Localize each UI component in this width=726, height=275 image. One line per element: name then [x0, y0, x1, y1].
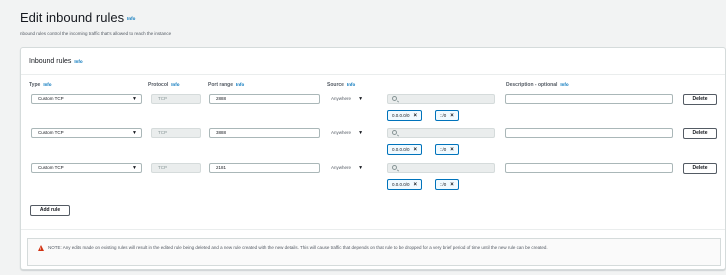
close-icon[interactable]: × [450, 113, 454, 119]
page-title-text: Edit inbound rules [20, 10, 125, 25]
cidr-token-label: 0.0.0.0/0 [392, 147, 410, 152]
port-range-input[interactable]: 2888 [209, 94, 320, 104]
type-select[interactable]: Custom TCP ▼ [31, 94, 142, 104]
note-divider [21, 229, 725, 230]
search-icon [392, 96, 397, 101]
source-select[interactable]: Anywhere ▼ [331, 163, 363, 173]
inbound-rules-panel: Inbound rules Info Type Info Protocol Info … [20, 47, 726, 270]
cidr-token-label: 0.0.0.0/0 [392, 182, 410, 187]
add-rule-button[interactable]: Add rule [30, 205, 70, 216]
warning-note-text: NOTE: Any edits made on existing rules w… [48, 245, 548, 250]
source-select[interactable]: Anywhere ▼ [331, 94, 363, 104]
cidr-token: ::/0 × [435, 144, 459, 155]
cidr-token: 0.0.0.0/0 × [387, 179, 423, 190]
port-range-input[interactable]: 3888 [209, 128, 320, 138]
type-select-value: Custom TCP [38, 96, 64, 101]
cidr-token-label: ::/0 [440, 182, 447, 187]
column-header-source: Source Info [327, 82, 355, 88]
cidr-search-input[interactable] [387, 94, 495, 104]
panel-title-text: Inbound rules [29, 58, 72, 65]
caret-down-icon: ▼ [358, 96, 364, 102]
protocol-info-link[interactable]: Info [171, 82, 179, 87]
delete-rule-button[interactable]: Delete [683, 163, 717, 174]
protocol-field: TCP [151, 128, 201, 138]
cidr-search-input[interactable] [387, 128, 495, 138]
source-select-value: Anywhere [331, 130, 352, 135]
column-header-description-text: Description - optional [506, 82, 558, 88]
caret-down-icon: ▼ [132, 130, 137, 136]
description-input[interactable] [505, 163, 673, 173]
caret-down-icon: ▼ [132, 165, 137, 171]
page-subtitle: nbound rules control the incoming traffi… [20, 31, 172, 36]
close-icon[interactable]: × [414, 182, 418, 188]
panel-divider [21, 74, 725, 75]
description-info-link[interactable]: Info [560, 82, 568, 87]
cidr-token: ::/0 × [435, 110, 459, 121]
cidr-token: ::/0 × [435, 179, 459, 190]
cidr-token-label: 0.0.0.0/0 [392, 113, 410, 118]
description-input[interactable] [505, 128, 673, 138]
protocol-field: TCP [151, 163, 201, 173]
cidr-token-label: ::/0 [440, 113, 447, 118]
type-select[interactable]: Custom TCP ▼ [31, 128, 142, 138]
column-header-protocol-text: Protocol [148, 82, 169, 88]
cidr-token: 0.0.0.0/0 × [387, 144, 423, 155]
delete-rule-button[interactable]: Delete [683, 94, 717, 105]
search-icon [392, 165, 397, 170]
source-info-link[interactable]: Info [347, 82, 355, 87]
type-select-value: Custom TCP [38, 130, 64, 135]
description-input[interactable] [505, 94, 673, 104]
warning-icon: ! [38, 245, 44, 251]
caret-down-icon: ▼ [132, 96, 137, 102]
column-header-type-text: Type [29, 82, 41, 88]
search-icon [392, 130, 397, 135]
cidr-token-label: ::/0 [440, 147, 447, 152]
type-info-link[interactable]: Info [43, 82, 51, 87]
column-header-source-text: Source [327, 82, 344, 88]
column-header-type: Type Info [29, 82, 52, 88]
close-icon[interactable]: × [414, 147, 418, 153]
type-select[interactable]: Custom TCP ▼ [31, 163, 142, 173]
cidr-token: 0.0.0.0/0 × [387, 110, 423, 121]
protocol-field: TCP [151, 94, 201, 104]
port-range-info-link[interactable]: Info [236, 82, 244, 87]
close-icon[interactable]: × [414, 113, 418, 119]
delete-rule-button[interactable]: Delete [683, 128, 717, 139]
page-title: Edit inbound rules Info [20, 10, 135, 25]
source-select-value: Anywhere [331, 96, 352, 101]
warning-note: ! NOTE: Any edits made on existing rules… [27, 238, 721, 266]
column-header-protocol: Protocol Info [148, 82, 180, 88]
caret-down-icon: ▼ [358, 165, 364, 171]
source-select-value: Anywhere [331, 165, 352, 170]
caret-down-icon: ▼ [358, 130, 364, 136]
title-info-link[interactable]: Info [127, 16, 135, 21]
close-icon[interactable]: × [450, 147, 454, 153]
close-icon[interactable]: × [450, 182, 454, 188]
column-header-port-range-text: Port range [208, 82, 234, 88]
source-select[interactable]: Anywhere ▼ [331, 128, 363, 138]
port-range-input[interactable]: 2181 [209, 163, 320, 173]
cidr-search-input[interactable] [387, 163, 495, 173]
panel-info-link[interactable]: Info [74, 59, 82, 64]
panel-title: Inbound rules Info [29, 58, 83, 65]
column-header-port-range: Port range Info [208, 82, 244, 88]
type-select-value: Custom TCP [38, 165, 64, 170]
column-header-description: Description - optional Info [506, 82, 569, 88]
